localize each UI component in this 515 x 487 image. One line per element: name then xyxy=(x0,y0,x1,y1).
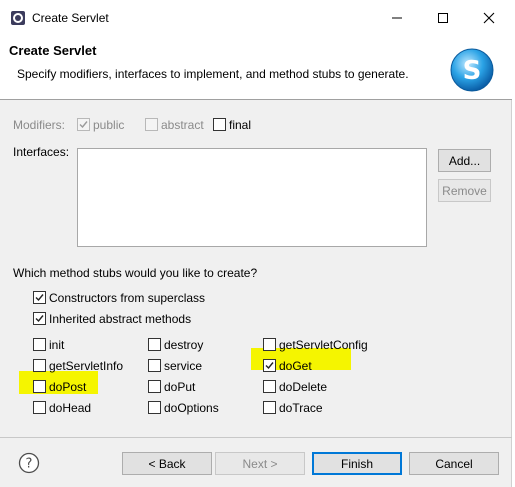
doput-label: doPut xyxy=(164,380,196,394)
finish-button[interactable]: Finish xyxy=(312,452,402,475)
interfaces-label: Interfaces: xyxy=(13,145,70,159)
checkmark-icon xyxy=(35,315,44,323)
modifiers-label: Modifiers: xyxy=(13,118,66,132)
help-icon[interactable]: ? xyxy=(18,452,40,474)
doget-label: doGet xyxy=(279,359,312,373)
init-label: init xyxy=(49,338,65,352)
public-checkbox[interactable] xyxy=(77,118,90,131)
public-label: public xyxy=(93,118,125,132)
getservletinfo-label: getServletInfo xyxy=(49,359,124,373)
wizard-header: Create Servlet Specify modifiers, interf… xyxy=(0,36,512,100)
init-checkbox[interactable] xyxy=(33,338,46,351)
maximize-icon xyxy=(438,13,448,23)
footer-separator xyxy=(0,437,512,438)
dotrace-checkbox[interactable] xyxy=(263,401,276,414)
cancel-button[interactable]: Cancel xyxy=(409,452,499,475)
dooptions-checkbox[interactable] xyxy=(148,401,161,414)
dodelete-label: doDelete xyxy=(279,380,328,394)
method-stubs-question: Which method stubs would you like to cre… xyxy=(13,266,258,280)
dohead-label: doHead xyxy=(49,401,92,415)
servlet-logo-icon: S xyxy=(450,48,494,92)
minimize-button[interactable] xyxy=(374,0,420,36)
svg-text:S: S xyxy=(463,56,482,86)
checkmark-icon xyxy=(79,121,88,129)
next-button[interactable]: Next > xyxy=(215,452,305,475)
checkmark-icon xyxy=(265,362,274,370)
final-checkbox[interactable] xyxy=(213,118,226,131)
abstract-checkbox[interactable] xyxy=(145,118,158,131)
svg-text:?: ? xyxy=(26,457,33,472)
getservletconfig-checkbox[interactable] xyxy=(263,338,276,351)
add-interface-button[interactable]: Add... xyxy=(438,149,491,172)
dooptions-label: doOptions xyxy=(164,401,219,415)
doput-checkbox[interactable] xyxy=(148,380,161,393)
inherited-abstract-label: Inherited abstract methods xyxy=(49,312,192,326)
maximize-button[interactable] xyxy=(420,0,466,36)
destroy-checkbox[interactable] xyxy=(148,338,161,351)
eclipse-app-icon xyxy=(11,11,25,25)
window-title: Create Servlet xyxy=(32,11,109,25)
title-bar: Create Servlet xyxy=(0,0,512,36)
getservletinfo-checkbox[interactable] xyxy=(33,359,46,372)
dopost-checkbox[interactable] xyxy=(33,380,46,393)
dohead-checkbox[interactable] xyxy=(33,401,46,414)
close-button[interactable] xyxy=(466,0,512,36)
doget-checkbox[interactable] xyxy=(263,359,276,372)
abstract-label: abstract xyxy=(161,118,204,132)
getservletconfig-label: getServletConfig xyxy=(279,338,368,352)
page-title: Create Servlet xyxy=(9,43,97,58)
remove-interface-button[interactable]: Remove xyxy=(438,179,491,202)
final-label: final xyxy=(229,118,252,132)
dodelete-checkbox[interactable] xyxy=(263,380,276,393)
service-label: service xyxy=(164,359,203,373)
dotrace-label: doTrace xyxy=(279,401,323,415)
service-checkbox[interactable] xyxy=(148,359,161,372)
back-button[interactable]: < Back xyxy=(122,452,212,475)
page-description: Specify modifiers, interfaces to impleme… xyxy=(17,67,409,81)
destroy-label: destroy xyxy=(164,338,204,352)
inherited-abstract-checkbox[interactable] xyxy=(33,312,46,325)
close-icon xyxy=(483,12,495,24)
constructors-checkbox[interactable] xyxy=(33,291,46,304)
interfaces-list[interactable] xyxy=(77,148,427,247)
constructors-label: Constructors from superclass xyxy=(49,291,206,305)
checkmark-icon xyxy=(35,294,44,302)
create-servlet-dialog: Create Servlet Create Servlet Specify mo… xyxy=(0,0,512,487)
minimize-icon xyxy=(392,17,402,19)
dopost-label: doPost xyxy=(49,380,87,394)
